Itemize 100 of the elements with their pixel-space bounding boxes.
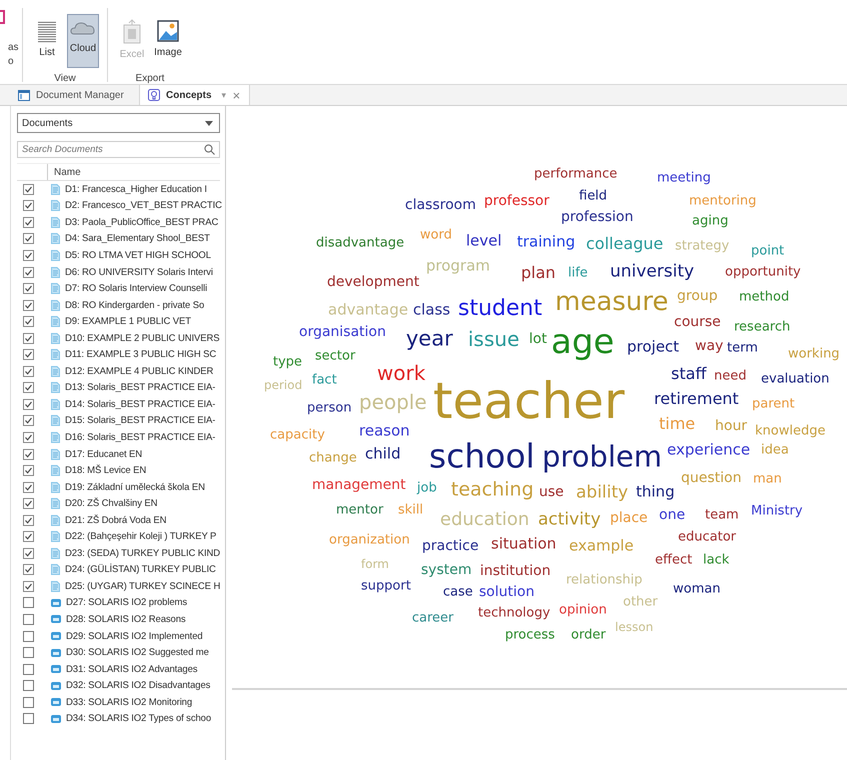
checkbox[interactable] (23, 184, 34, 195)
checkbox[interactable] (23, 332, 34, 344)
cloud-word: educator (678, 530, 736, 544)
document-name[interactable]: D14: Solaris_BEST PRACTICE EIA- (65, 398, 216, 410)
document-icon (51, 580, 60, 592)
document-name[interactable]: D30: SOLARIS IO2 Suggested me (66, 647, 209, 658)
document-name[interactable]: D4: Sara_Elementary Shool_BEST (65, 233, 210, 244)
checkbox[interactable] (23, 349, 34, 360)
document-name[interactable]: D15: Solaris_BEST PRACTICE EIA- (65, 415, 216, 426)
table-icon (51, 631, 61, 642)
cloud-word: institution (480, 564, 551, 578)
checkbox[interactable] (23, 448, 34, 460)
checkbox[interactable] (23, 398, 34, 410)
document-name[interactable]: D8: RO Kindergarden - private So (65, 300, 204, 311)
column-header[interactable]: Name (48, 166, 81, 178)
document-name[interactable]: D31: SOLARIS IO2 Advantages (66, 664, 198, 675)
cloud-word: training (517, 234, 576, 250)
document-name[interactable]: D27: SOLARIS IO2 problems (66, 597, 188, 608)
cloud-word: need (714, 370, 746, 382)
document-name[interactable]: D13: Solaris_BEST PRACTICE EIA- (65, 382, 216, 394)
document-icon (51, 531, 60, 542)
cloud-word: skill (398, 504, 424, 516)
cloud-word: practice (422, 539, 479, 553)
checkbox[interactable] (23, 713, 34, 724)
document-name[interactable]: D32: SOLARIS IO2 Disadvantages (66, 680, 210, 692)
checkbox[interactable] (23, 382, 34, 394)
checkbox[interactable] (23, 630, 34, 642)
checkbox[interactable] (23, 283, 34, 294)
tab[interactable]: Concepts ▾ × (140, 85, 250, 105)
checkbox[interactable] (23, 266, 34, 278)
document-name[interactable]: D34: SOLARIS IO2 Types of schoo (66, 713, 212, 724)
document-name[interactable]: D6: RO UNIVERSITY Solaris Intervi (65, 266, 213, 278)
checkbox[interactable] (23, 366, 34, 377)
document-icon (51, 382, 60, 394)
checkbox[interactable] (23, 647, 34, 658)
document-name[interactable]: D17: Educanet EN (65, 448, 142, 460)
checkbox[interactable] (23, 514, 34, 526)
cloud-word: effect (655, 554, 692, 566)
checkbox[interactable] (23, 216, 34, 228)
close-button[interactable]: × (232, 88, 240, 102)
ribbon-label: as (8, 42, 20, 54)
checkbox[interactable] (23, 200, 34, 212)
search-field[interactable]: Search Documents (17, 141, 220, 158)
checkbox[interactable] (23, 233, 34, 244)
ribbon-button[interactable]: List (31, 14, 63, 68)
checkbox[interactable] (23, 696, 34, 708)
ribbon-button[interactable]: Image (152, 14, 184, 68)
document-name[interactable]: D12: EXAMPLE 4 PUBLIC KINDER (65, 366, 214, 377)
cloud-word: field (579, 190, 608, 202)
document-name[interactable]: D25: (UYGAR) TURKEY SCINECE H (65, 580, 220, 592)
checkbox[interactable] (23, 580, 34, 592)
document-name[interactable]: D9: EXAMPLE 1 PUBLIC VET (65, 316, 191, 328)
checkbox[interactable] (23, 415, 34, 426)
checkbox[interactable] (23, 465, 34, 476)
document-name[interactable]: D7: RO Solaris Interview Counselli (65, 283, 208, 294)
document-name[interactable]: D3: Paola_PublicOffice_BEST PRAC (65, 216, 218, 228)
checkbox[interactable] (23, 564, 34, 576)
document-name[interactable]: D33: SOLARIS IO2 Monitoring (66, 696, 192, 708)
document-name[interactable]: D23: (SEDA) TURKEY PUBLIC KIND (65, 548, 220, 559)
checkbox[interactable] (23, 432, 34, 443)
document-name[interactable]: D5: RO LTMA VET HIGH SCHOOL (65, 250, 211, 261)
checkbox[interactable] (23, 664, 34, 675)
document-name[interactable]: D22: (Bahçeşehir Koleji ) TURKEY P (65, 531, 216, 542)
cloud-word: university (610, 264, 694, 280)
checkbox[interactable] (23, 250, 34, 261)
checkbox[interactable] (23, 316, 34, 328)
checkbox[interactable] (23, 597, 34, 608)
cloud-word: job (417, 482, 437, 494)
cloud-word: mentor (336, 504, 384, 516)
document-name[interactable]: D16: Solaris_BEST PRACTICE EIA- (65, 432, 216, 443)
documents-dropdown[interactable]: Documents (17, 113, 220, 133)
document-name[interactable]: D18: MŠ Levice EN (65, 465, 146, 476)
checkbox[interactable] (23, 482, 34, 493)
cloud-word: one (659, 508, 686, 522)
cloud-word: person (307, 402, 352, 414)
document-name[interactable]: D1: Francesca_Higher Education I (65, 184, 207, 195)
document-name[interactable]: D2: Francesco_VET_BEST PRACTIC (65, 200, 222, 212)
document-name[interactable]: D24: (GÜLİSTAN) TURKEY PUBLIC (65, 564, 216, 576)
checkbox[interactable] (23, 548, 34, 559)
document-name[interactable]: D20: ZŠ Chvalšiny EN (65, 498, 158, 510)
document-name[interactable]: D10: EXAMPLE 2 PUBLIC UNIVERS (65, 332, 220, 344)
cloud-word: working (788, 348, 840, 360)
table-icon (51, 714, 61, 724)
spreadsheet-icon (121, 19, 143, 45)
checkbox[interactable] (23, 680, 34, 692)
cloud-word: organisation (299, 325, 386, 339)
document-name[interactable]: D21: ZŠ Dobrá Voda EN (65, 514, 166, 526)
ribbon-button[interactable]: Cloud (67, 14, 99, 68)
checkbox[interactable] (23, 614, 34, 625)
document-name[interactable]: D28: SOLARIS IO2 Reasons (66, 614, 186, 625)
checkbox[interactable] (23, 300, 34, 311)
document-name[interactable]: D19: Základní umělecká škola EN (65, 482, 205, 493)
checkbox[interactable] (23, 531, 34, 542)
document-name[interactable]: D11: EXAMPLE 3 PUBLIC HIGH SC (65, 349, 216, 360)
table-icon (51, 648, 61, 658)
document-icon (51, 216, 60, 228)
window-icon (18, 90, 30, 100)
checkbox[interactable] (23, 498, 34, 510)
document-name[interactable]: D29: SOLARIS IO2 Implemented (66, 630, 203, 642)
document-icon (51, 300, 60, 311)
